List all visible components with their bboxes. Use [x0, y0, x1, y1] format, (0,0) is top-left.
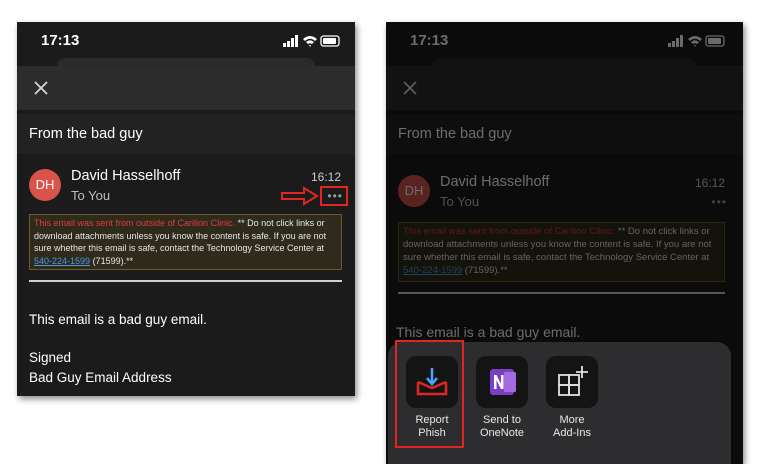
email-subject: From the bad guy: [29, 126, 143, 142]
more-add-ins-button[interactable]: More Add-Ins: [542, 356, 602, 440]
external-email-banner: This email was sent from outside of Cari…: [29, 214, 342, 270]
add-ins-tile[interactable]: [546, 356, 598, 408]
sender-name: David Hasselhoff: [71, 168, 181, 184]
more-options-highlight: [320, 186, 348, 206]
onenote-icon: [490, 369, 516, 395]
send-to-onenote-label: Send to OneNote: [479, 414, 525, 439]
divider: [29, 280, 342, 282]
phone-link[interactable]: 540-224-1599: [34, 256, 90, 266]
more-add-ins-label: More Add-Ins: [553, 414, 591, 439]
add-ins-icon: [558, 366, 588, 396]
banner-warning: This email was sent from outside of Cari…: [34, 218, 236, 228]
recipient: To You: [71, 188, 111, 203]
close-icon[interactable]: [31, 78, 51, 98]
status-icons: [283, 35, 340, 47]
onenote-tile[interactable]: [476, 356, 528, 408]
avatar[interactable]: DH: [29, 169, 61, 201]
status-time: 17:13: [41, 32, 80, 49]
phone-screen-action-sheet: 17:13 From the bad guy DH David Hasselho…: [386, 22, 743, 464]
banner-text-end: (71599).**: [90, 255, 134, 266]
email-body: This email is a bad guy email.: [29, 312, 207, 327]
report-phish-highlight: [395, 340, 464, 448]
arrow-annotation-icon: [281, 186, 319, 206]
phone-screen-email-view: 17:13 From the bad guy DH David Hasselho…: [17, 22, 355, 396]
email-signature: Bad Guy Email Address: [29, 370, 172, 385]
email-signed: Signed: [29, 350, 72, 365]
wifi-icon: [303, 36, 317, 47]
send-to-onenote-button[interactable]: Send to OneNote: [472, 356, 532, 440]
message-time: 16:12: [310, 170, 341, 184]
email-header-bar: [17, 66, 355, 110]
signal-icon: [283, 43, 286, 47]
subject-bar: From the bad guy: [17, 114, 355, 154]
status-bar: 17:13: [17, 22, 355, 62]
